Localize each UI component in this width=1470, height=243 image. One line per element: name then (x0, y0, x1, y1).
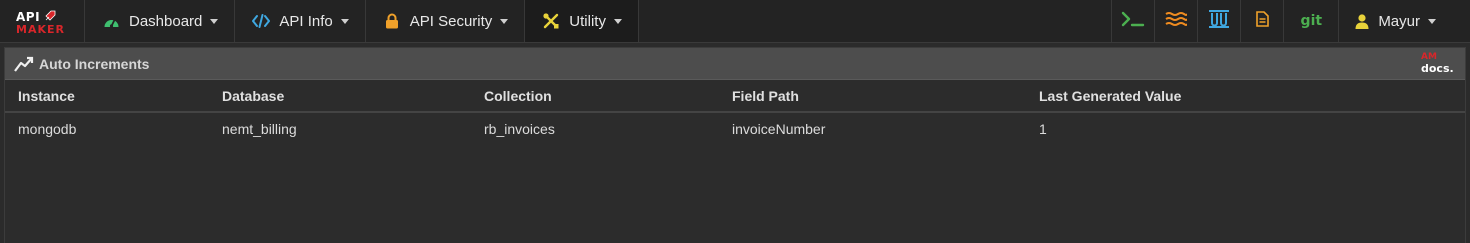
git-label: git (1300, 13, 1323, 29)
stream-icon (1165, 11, 1188, 32)
table-row[interactable]: mongodb nemt_billing rb_invoices invoice… (5, 112, 1465, 145)
auto-increments-panel: Auto Increments AM docs. Instance Databa… (4, 47, 1466, 243)
api-maker-logo[interactable]: API MAKER (0, 0, 85, 42)
table-header-row: Instance Database Collection Field Path … (5, 80, 1465, 113)
column-header-last-generated-value[interactable]: Last Generated Value (1039, 80, 1465, 113)
chart-line-icon (14, 55, 34, 73)
chevron-down-icon (613, 18, 622, 24)
cell-field-path: invoiceNumber (732, 121, 826, 137)
stream-button[interactable] (1155, 0, 1199, 42)
column-header-field-path[interactable]: Field Path (732, 80, 1039, 113)
user-menu[interactable]: Mayur (1339, 0, 1470, 42)
lock-icon (382, 12, 402, 30)
docs-badge-bottom: docs. (1421, 62, 1454, 75)
terminal-icon (1121, 11, 1145, 32)
menu-utility-label: Utility (569, 12, 606, 30)
panel-header: Auto Increments AM docs. (5, 48, 1465, 80)
column-header-instance[interactable]: Instance (5, 80, 222, 113)
tools-icon (541, 12, 561, 30)
git-button[interactable]: git (1284, 0, 1340, 42)
menu-dashboard[interactable]: Dashboard (85, 0, 236, 42)
chevron-down-icon (210, 18, 219, 24)
cell-database: nemt_billing (222, 121, 297, 137)
cell-collection: rb_invoices (484, 121, 555, 137)
user-icon (1355, 13, 1369, 29)
docs-link-badge[interactable]: AM docs. (1421, 52, 1454, 75)
chevron-down-icon (340, 18, 349, 24)
dashboard-gauge-icon (101, 12, 121, 30)
logo-text-api: API (16, 10, 41, 24)
docs-badge-top: AM (1421, 52, 1437, 62)
menu-utility[interactable]: Utility (525, 0, 639, 42)
cell-instance: mongodb (18, 121, 77, 137)
column-header-database[interactable]: Database (222, 80, 484, 113)
navbar-spacer (639, 0, 1113, 42)
menu-api-security-label: API Security (409, 12, 493, 30)
column-header-collection[interactable]: Collection (484, 80, 732, 113)
user-name: Mayur (1378, 12, 1420, 30)
chevron-down-icon (1428, 18, 1436, 24)
chevron-down-icon (500, 18, 509, 24)
cell-last-generated-value: 1 (1039, 121, 1047, 137)
menu-api-security[interactable]: API Security (366, 0, 526, 42)
logo-text-maker: MAKER (16, 23, 65, 36)
menu-dashboard-label: Dashboard (129, 12, 203, 30)
test-tubes-icon (1208, 9, 1230, 33)
terminal-button[interactable] (1112, 0, 1156, 42)
top-navbar: API MAKER Dashboard API Info API Securit… (0, 0, 1470, 43)
menu-api-info-label: API Info (279, 12, 333, 30)
document-icon (1256, 10, 1269, 32)
code-icon (251, 12, 271, 30)
test-button[interactable] (1198, 0, 1242, 42)
auto-increments-table: Instance Database Collection Field Path … (5, 80, 1465, 145)
panel-title: Auto Increments (39, 55, 150, 72)
menu-api-info[interactable]: API Info (235, 0, 366, 42)
docs-button[interactable] (1241, 0, 1285, 42)
